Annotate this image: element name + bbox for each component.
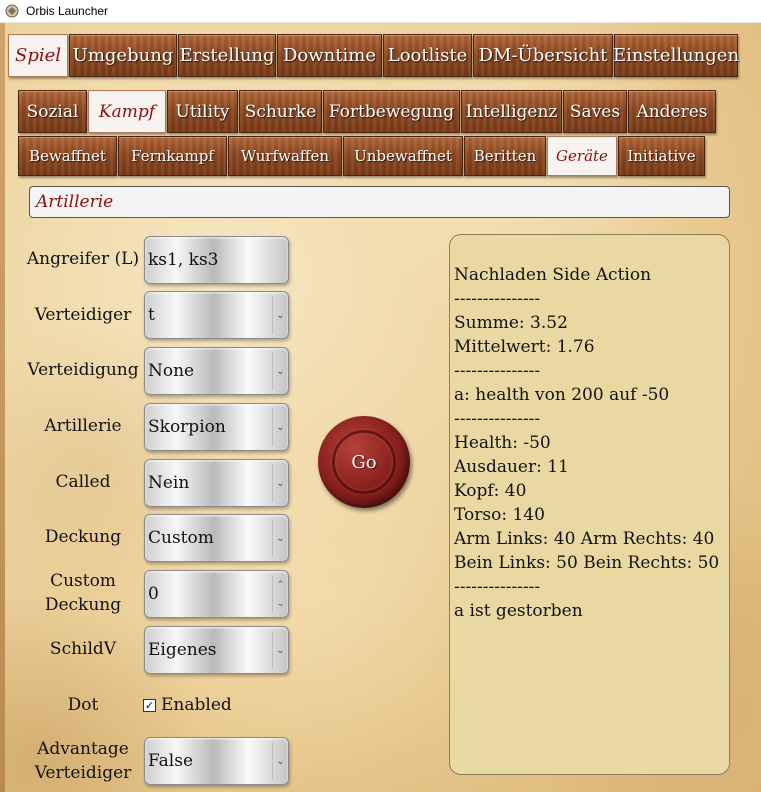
app-icon [4, 3, 20, 19]
chevron-down-icon[interactable]: ⌄ [272, 464, 288, 502]
tab-saves[interactable]: Saves [563, 90, 627, 133]
advantage-verteidiger-select[interactable]: False ⌄ [144, 737, 289, 785]
angreifer-input[interactable]: ks1, ks3 [144, 236, 289, 284]
tab-downtime[interactable]: Downtime [277, 34, 382, 77]
main-tab-bar: Spiel Umgebung Erstellung Downtime Lootl… [8, 34, 739, 77]
result-separator: --------------- [454, 409, 541, 429]
called-label: Called [55, 472, 111, 492]
chevron-down-icon[interactable]: ⌄ [272, 742, 288, 780]
window-frame [0, 23, 5, 792]
deckung-label: Deckung [44, 527, 122, 547]
result-separator: --------------- [454, 361, 541, 381]
tab-intelligenz[interactable]: Intelligenz [461, 90, 562, 133]
result-line: Ausdauer: 11 [454, 457, 569, 477]
deckung-select[interactable]: Custom ⌄ [144, 514, 289, 562]
tab-bewaffnet[interactable]: Bewaffnet [18, 136, 117, 176]
tab-sozial[interactable]: Sozial [18, 90, 87, 133]
tab-beritten[interactable]: Beritten [464, 136, 546, 176]
chevron-up-icon[interactable]: ⌃ [277, 580, 285, 590]
result-line: Kopf: 40 [454, 481, 527, 501]
title-bar: Orbis Launcher [0, 0, 761, 23]
result-line: a ist gestorben [454, 601, 583, 621]
chevron-down-icon[interactable]: ⌄ [272, 352, 288, 390]
result-line: Torso: 140 [454, 505, 545, 525]
sub-tab-bar: Bewaffnet Fernkampf Wurfwaffen Unbewaffn… [18, 136, 705, 176]
dot-checkbox-label: Enabled [161, 695, 232, 715]
angreifer-label: Angreifer (L) [26, 249, 140, 269]
section-title-bar: Artillerie [29, 186, 730, 218]
tab-spiel[interactable]: Spiel [8, 34, 68, 77]
go-button[interactable]: Go [318, 416, 410, 508]
window-title: Orbis Launcher [26, 4, 109, 18]
chevron-down-icon[interactable]: ⌄ [272, 296, 288, 334]
result-panel: Nachladen Side Action --------------- Su… [449, 234, 730, 775]
tab-dm-uebersicht[interactable]: DM-Übersicht [473, 34, 613, 77]
result-line: Mittelwert: 1.76 [454, 337, 595, 357]
schildv-label: SchildV [49, 639, 117, 659]
result-separator: --------------- [454, 289, 541, 309]
tab-kampf[interactable]: Kampf [88, 90, 166, 133]
result-line: Nachladen Side Action [454, 265, 652, 285]
tab-lootliste[interactable]: Lootliste [383, 34, 472, 77]
dot-checkbox-row[interactable]: ✓ Enabled [143, 693, 232, 717]
tab-unbewaffnet[interactable]: Unbewaffnet [343, 136, 463, 176]
result-separator: --------------- [454, 577, 541, 597]
advantage-verteidiger-label: Advantage Verteidiger [34, 739, 132, 783]
tab-wurfwaffen[interactable]: Wurfwaffen [228, 136, 342, 176]
artillerie-select[interactable]: Skorpion ⌄ [144, 403, 289, 451]
chevron-down-icon[interactable]: ⌄ [272, 631, 288, 669]
category-tab-bar: Sozial Kampf Utility Schurke Fortbewegun… [18, 90, 716, 133]
dot-label: Dot [67, 695, 99, 715]
spinner-arrows[interactable]: ⌃ ⌄ [272, 575, 288, 613]
verteidigung-select[interactable]: None ⌄ [144, 347, 289, 395]
verteidiger-label: Verteidiger [34, 305, 132, 325]
tab-geraete[interactable]: Geräte [547, 136, 617, 176]
result-line: Arm Links: 40 Arm Rechts: 40 [454, 529, 715, 549]
tab-fernkampf[interactable]: Fernkampf [118, 136, 227, 176]
custom-deckung-label: Custom Deckung [44, 571, 122, 615]
chevron-down-icon[interactable]: ⌄ [277, 599, 285, 609]
tab-umgebung[interactable]: Umgebung [69, 34, 177, 77]
tab-anderes[interactable]: Anderes [628, 90, 716, 133]
tab-schurke[interactable]: Schurke [239, 90, 322, 133]
tab-einstellungen[interactable]: Einstellungen [613, 34, 739, 77]
dot-checkbox[interactable]: ✓ [143, 698, 156, 712]
result-line: Bein Links: 50 Bein Rechts: 50 [454, 553, 720, 573]
called-select[interactable]: Nein ⌄ [144, 459, 289, 507]
tab-utility[interactable]: Utility [167, 90, 238, 133]
result-line: a: health von 200 auf -50 [454, 385, 670, 405]
verteidigung-label: Verteidigung [27, 360, 139, 380]
tab-fortbewegung[interactable]: Fortbewegung [323, 90, 460, 133]
result-line: Health: -50 [454, 433, 551, 453]
schildv-select[interactable]: Eigenes ⌄ [144, 626, 289, 674]
custom-deckung-stepper[interactable]: 0 ⌃ ⌄ [144, 570, 289, 618]
verteidiger-select[interactable]: t ⌄ [144, 291, 289, 339]
artillerie-label: Artillerie [44, 416, 122, 436]
chevron-down-icon[interactable]: ⌄ [272, 519, 288, 557]
result-line: Summe: 3.52 [454, 313, 568, 333]
tab-initiative[interactable]: Initiative [618, 136, 705, 176]
tab-erstellung[interactable]: Erstellung [178, 34, 276, 77]
chevron-down-icon[interactable]: ⌄ [272, 408, 288, 446]
section-title: Artillerie [36, 192, 114, 212]
